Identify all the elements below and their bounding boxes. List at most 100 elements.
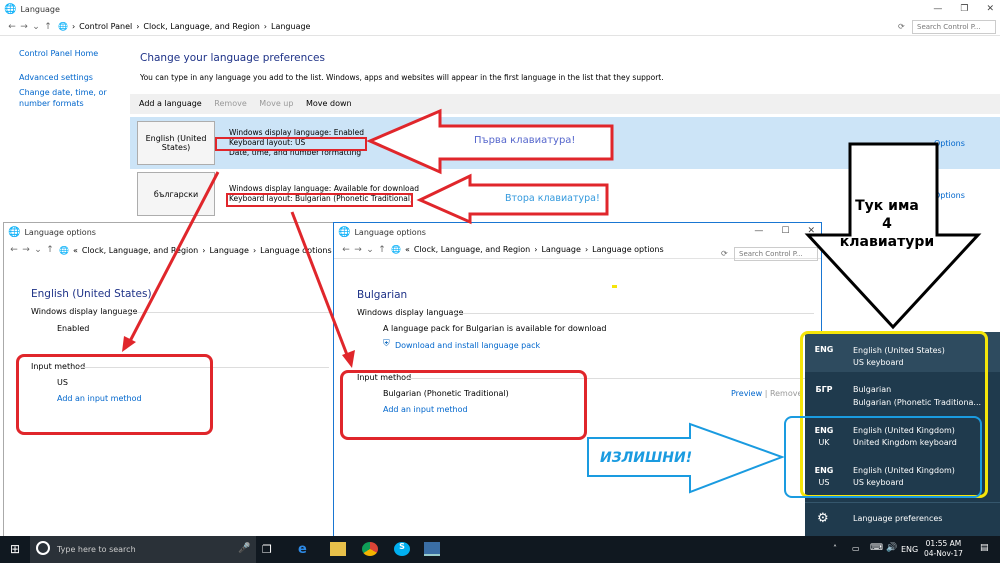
win2-pack-text: A language pack for Bulgarian is availab… <box>383 324 607 333</box>
breadcrumb-item[interactable]: Clock, Language, and Region <box>143 22 259 31</box>
annotation-box-keyboard-bg <box>226 193 413 207</box>
win2-display-label: Windows display language <box>357 308 464 317</box>
control-panel-icon: 🌐 <box>8 226 21 238</box>
breadcrumb-item[interactable]: Control Panel <box>79 22 132 31</box>
language-toolbar: Add a language Remove Move up Move down <box>130 94 1000 114</box>
up-icon[interactable]: ↑ <box>376 245 388 255</box>
breadcrumb-item[interactable]: Language options <box>592 245 664 254</box>
chrome-icon[interactable] <box>362 542 378 556</box>
add-language-button[interactable]: Add a language <box>139 99 202 108</box>
close-icon[interactable]: ✕ <box>807 226 815 236</box>
win2-language-title: Bulgarian <box>357 289 408 301</box>
tray-chevron-icon[interactable]: ˄ <box>833 544 837 553</box>
win2-titlebar: 🌐 Language options — ☐ ✕ <box>334 223 821 241</box>
notification-icon[interactable]: ▤ <box>980 543 989 553</box>
breadcrumb-icon: 🌐 <box>59 245 69 255</box>
search-input[interactable]: Search Control P... <box>734 247 818 261</box>
main-window: 🌐 Language — ❐ ✕ ← → ⌄ ↑ 🌐 › Control Pan… <box>0 0 1000 230</box>
maximize-icon[interactable]: ❐ <box>960 4 968 14</box>
up-icon[interactable]: ↑ <box>44 245 56 255</box>
control-panel-icon: 🌐 <box>338 226 351 238</box>
back-icon[interactable]: ← <box>8 245 20 255</box>
sidebar-item-advanced[interactable]: Advanced settings <box>19 72 129 83</box>
annotation-box-keyboard-us <box>215 137 367 151</box>
language-tile[interactable]: български <box>137 172 215 216</box>
search-input[interactable]: Search Control P... <box>912 20 996 34</box>
edge-icon[interactable]: e <box>298 542 314 557</box>
language-preferences-button[interactable]: ⚙ Language preferences <box>805 502 1000 536</box>
file-explorer-icon[interactable] <box>330 542 346 556</box>
win2-window-controls: — ☐ ✕ <box>754 226 815 236</box>
breadcrumb: 🌐 › Control Panel › Clock, Language, and… <box>58 22 311 31</box>
move-down-button[interactable]: Move down <box>306 99 352 108</box>
taskbar-search[interactable]: Type here to search 🎤 <box>30 536 256 563</box>
close-icon[interactable]: ✕ <box>986 4 994 14</box>
control-panel-icon: 🌐 <box>4 3 17 15</box>
refresh-icon[interactable]: ⟳ <box>898 22 905 31</box>
sidebar-item-date-time[interactable]: Change date, time, or number formats <box>19 87 129 109</box>
main-title: Language <box>20 4 60 14</box>
preview-link[interactable]: Preview <box>731 389 762 398</box>
breadcrumb-item[interactable]: Language <box>271 22 310 31</box>
clock[interactable]: 01:55 AM 04-Nov-17 <box>924 539 963 559</box>
breadcrumb-icon: 🌐 <box>58 22 68 31</box>
breadcrumb-item[interactable]: Clock, Language, and Region <box>82 246 198 255</box>
win1-title: Language options <box>24 227 96 237</box>
cortana-icon <box>36 541 50 555</box>
language-indicator[interactable]: ENG <box>901 545 918 554</box>
back-icon[interactable]: ← <box>340 245 352 255</box>
language-tile[interactable]: English (United States) <box>137 121 215 165</box>
microphone-icon[interactable]: 🎤 <box>238 543 250 554</box>
page-description: You can type in any language you add to … <box>140 73 664 82</box>
breadcrumb-item[interactable]: Language <box>209 246 248 255</box>
main-titlebar: 🌐 Language — ❐ ✕ <box>0 0 1000 18</box>
annotation-extra: ИЗЛИШНИ! <box>600 450 693 466</box>
forward-icon[interactable]: → <box>20 245 32 255</box>
sidebar: Control Panel Home Advanced settings Cha… <box>19 48 129 109</box>
annotation-second-keyboard: Втора клавиатура! <box>505 193 600 204</box>
up-icon[interactable]: ↑ <box>42 22 54 32</box>
move-up-button[interactable]: Move up <box>259 99 293 108</box>
minimize-icon[interactable]: — <box>933 4 942 14</box>
forward-icon[interactable]: → <box>352 245 364 255</box>
page-title: Change your language preferences <box>140 52 325 64</box>
annotation-four-keyboards: Тук има 4 клавиатури <box>839 198 935 250</box>
taskbar: ⊞ Type here to search 🎤 ❐ e S ˄ ▭ ⌨ 🔊 EN… <box>0 536 1000 563</box>
breadcrumb-item[interactable]: Clock, Language, and Region <box>414 245 530 254</box>
win2-title: Language options <box>354 227 426 237</box>
gear-icon: ⚙ <box>817 511 829 526</box>
battery-icon[interactable]: ▭ <box>852 544 860 553</box>
volume-icon[interactable]: 🔊 <box>886 543 897 553</box>
download-language-pack-link[interactable]: Download and install language pack <box>395 341 540 350</box>
divider <box>454 313 814 314</box>
main-window-controls: — ❐ ✕ <box>933 4 994 14</box>
task-view-icon[interactable]: ❐ <box>262 543 272 556</box>
chevron-down-icon[interactable]: ⌄ <box>32 245 44 255</box>
chevron-down-icon[interactable]: ⌄ <box>364 245 376 255</box>
network-icon[interactable]: ⌨ <box>870 543 883 553</box>
preview-remove-links: Preview | Remove <box>731 389 803 398</box>
chevron-down-icon[interactable]: ⌄ <box>30 22 42 32</box>
minimize-icon[interactable]: — <box>754 226 763 236</box>
win2-navbar: ← → ⌄ ↑ 🌐 « Clock, Language, and Region … <box>334 241 821 261</box>
breadcrumb: 🌐 « Clock, Language, and Region › Langua… <box>391 245 664 254</box>
remove-button[interactable]: Remove <box>214 99 246 108</box>
sidebar-item-home[interactable]: Control Panel Home <box>19 48 129 59</box>
options-link[interactable]: Options <box>934 139 965 148</box>
forward-icon[interactable]: → <box>18 22 30 32</box>
win1-titlebar: 🌐 Language options <box>4 223 334 241</box>
annotation-blue-box <box>784 416 982 498</box>
win1-display-value: Enabled <box>57 324 90 333</box>
windows-start-icon[interactable]: ⊞ <box>10 542 20 556</box>
win1-navbar: ← → ⌄ ↑ 🌐 « Clock, Language, and Region … <box>4 241 334 259</box>
refresh-icon[interactable]: ⟳ <box>721 249 728 258</box>
breadcrumb-item[interactable]: Language <box>541 245 580 254</box>
remove-link[interactable]: Remove <box>770 389 802 398</box>
breadcrumb-icon: 🌐 <box>391 245 401 254</box>
maximize-icon[interactable]: ☐ <box>781 226 789 236</box>
skype-icon[interactable]: S <box>394 542 410 556</box>
breadcrumb-item[interactable]: Language options <box>260 246 332 255</box>
control-panel-task-icon[interactable] <box>424 542 440 556</box>
annotation-first-keyboard: Първа клавиатура! <box>474 135 576 146</box>
back-icon[interactable]: ← <box>6 22 18 32</box>
